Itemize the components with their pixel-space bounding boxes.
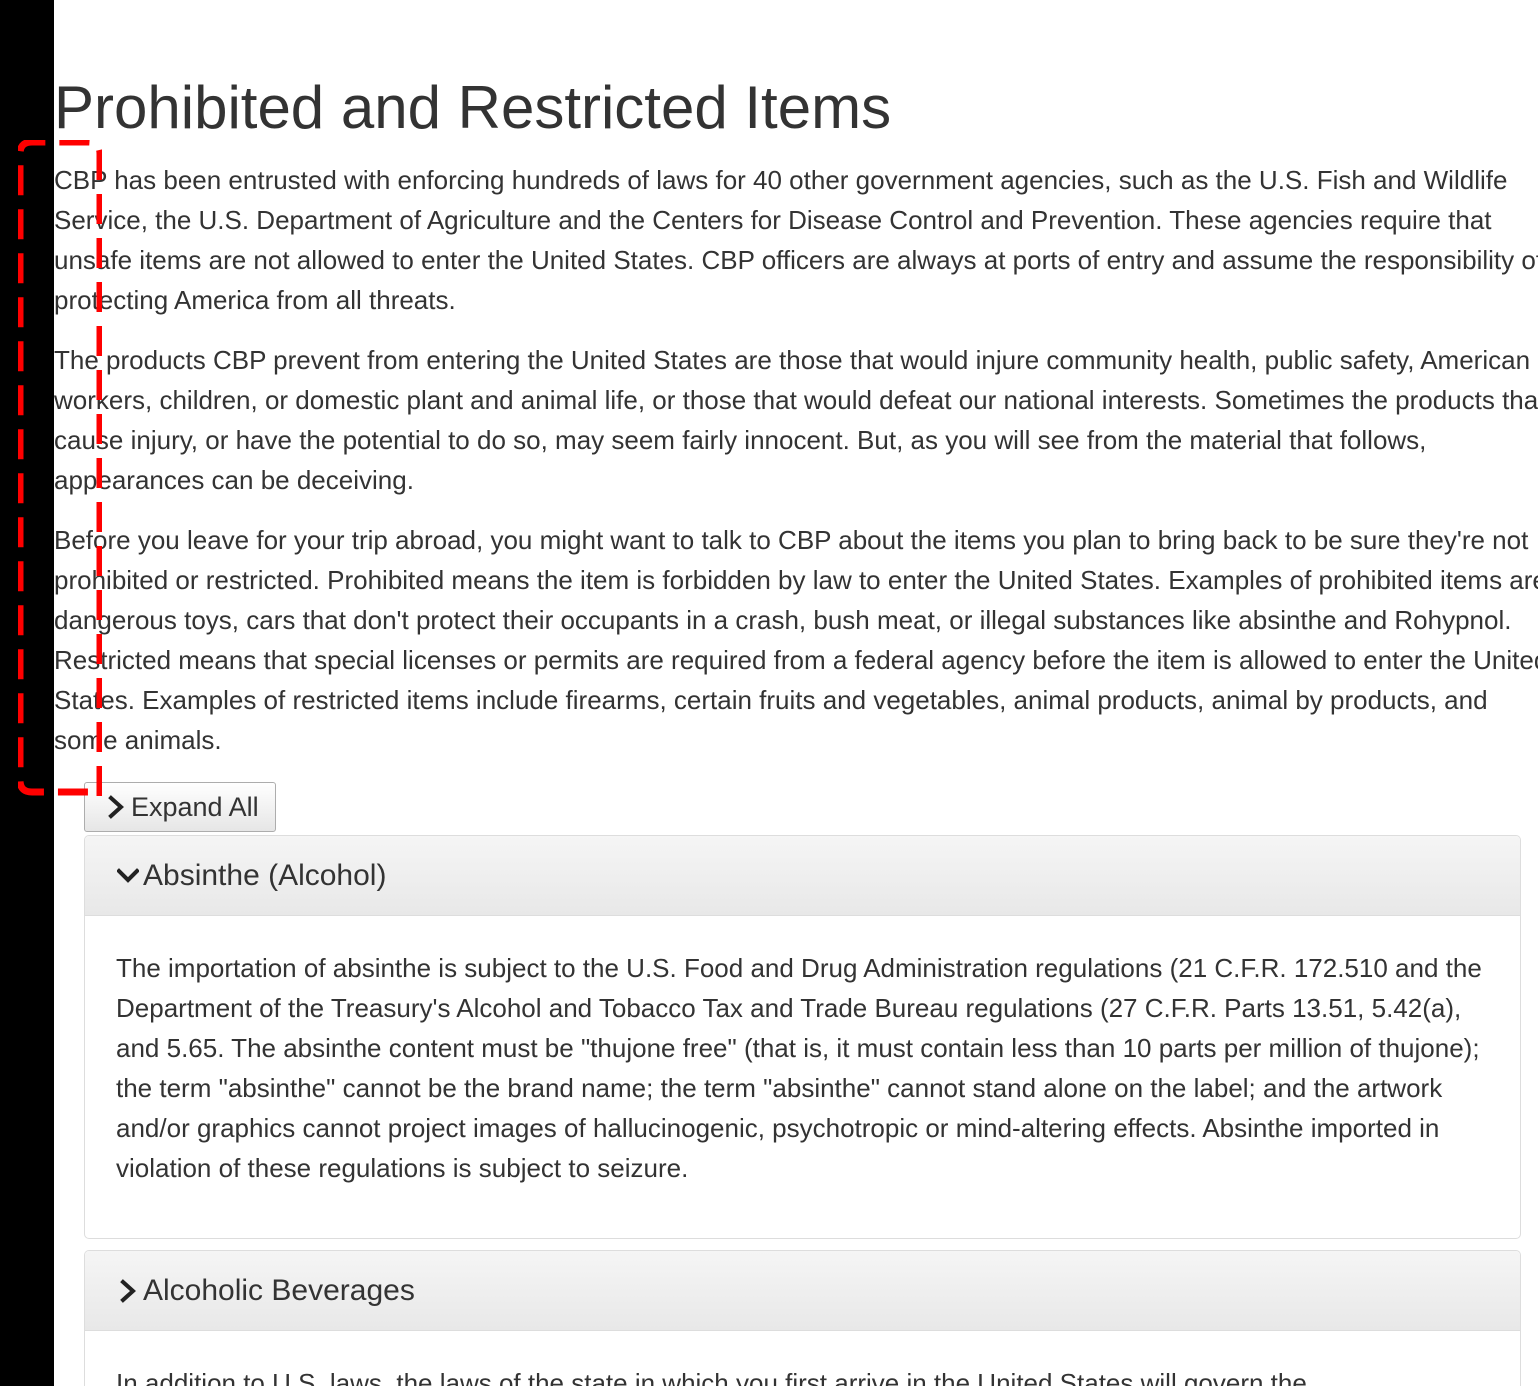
main-content: Prohibited and Restricted Items CBP has … [54,0,1538,1386]
chevron-down-icon [117,864,139,888]
accordion-header-alcoholic-beverages[interactable]: Alcoholic Beverages [85,1251,1520,1331]
accordion-title: Absinthe (Alcohol) [143,858,387,892]
accordion-panel-alcoholic-beverages: Alcoholic Beverages In addition to U.S. … [84,1250,1521,1386]
expand-all-button[interactable]: Expand All [84,782,276,832]
page-title: Prohibited and Restricted Items [54,74,892,141]
chevron-right-icon [117,1278,139,1303]
left-black-bar [0,0,54,1386]
accordion-title: Alcoholic Beverages [143,1273,415,1307]
intro-paragraph-3: Before you leave for your trip abroad, y… [54,525,1538,755]
accordion-body-text: In addition to U.S. laws, the laws of th… [116,1368,1307,1386]
intro-paragraph-2: The products CBP prevent from entering t… [54,345,1538,495]
accordion-body-alcoholic-beverages: In addition to U.S. laws, the laws of th… [85,1331,1520,1386]
accordion-body-text: The importation of absinthe is subject t… [116,953,1482,1183]
chevron-right-icon [105,795,127,819]
intro-paragraph-1: CBP has been entrusted with enforcing hu… [54,165,1538,315]
accordion-panel-absinthe: Absinthe (Alcohol) The importation of ab… [84,835,1521,1239]
accordion-header-absinthe[interactable]: Absinthe (Alcohol) [85,836,1520,916]
intro-text: CBP has been entrusted with enforcing hu… [54,160,1538,780]
expand-all-label: Expand All [131,791,259,822]
accordion-body-absinthe: The importation of absinthe is subject t… [85,916,1520,1228]
